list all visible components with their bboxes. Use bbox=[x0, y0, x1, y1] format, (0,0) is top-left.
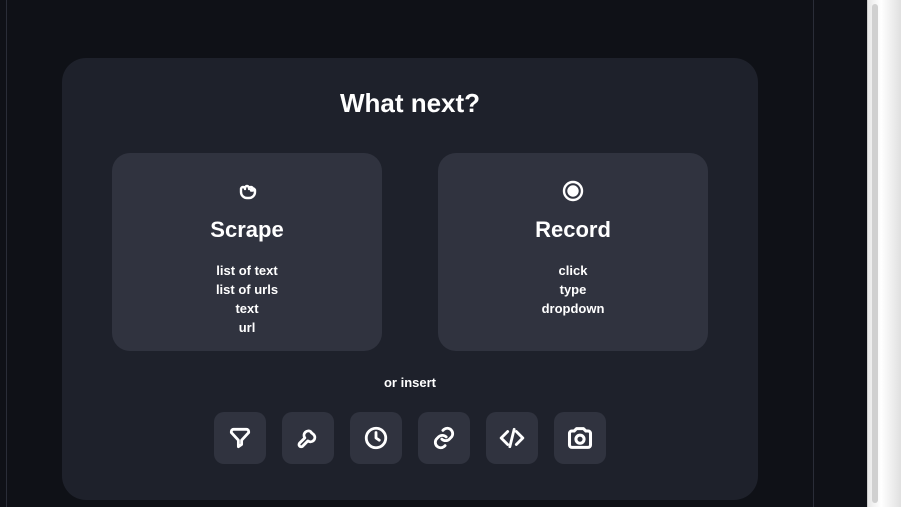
list-item: url bbox=[239, 320, 256, 335]
scrape-title: Scrape bbox=[210, 217, 283, 243]
list-item: dropdown bbox=[542, 301, 605, 316]
camera-icon bbox=[566, 424, 594, 452]
list-item: list of urls bbox=[216, 282, 278, 297]
camera-tool-button[interactable] bbox=[554, 412, 606, 464]
record-item-list: click type dropdown bbox=[542, 263, 605, 316]
app-frame: What next? Scrape list of text list of u… bbox=[0, 0, 867, 507]
wrench-tool-button[interactable] bbox=[282, 412, 334, 464]
record-card[interactable]: Record click type dropdown bbox=[438, 153, 708, 351]
grab-icon bbox=[235, 179, 259, 203]
record-title: Record bbox=[535, 217, 611, 243]
what-next-panel: What next? Scrape list of text list of u… bbox=[62, 58, 758, 500]
clock-icon bbox=[363, 425, 389, 451]
filter-tool-button[interactable] bbox=[214, 412, 266, 464]
list-item: text bbox=[235, 301, 258, 316]
option-row: Scrape list of text list of urls text ur… bbox=[110, 153, 710, 351]
link-tool-button[interactable] bbox=[418, 412, 470, 464]
clock-tool-button[interactable] bbox=[350, 412, 402, 464]
browser-scrollbar[interactable] bbox=[867, 0, 901, 507]
link-icon bbox=[431, 425, 457, 451]
or-insert-label: or insert bbox=[384, 375, 436, 390]
wrench-icon bbox=[295, 425, 321, 451]
filter-icon bbox=[227, 425, 253, 451]
code-tool-button[interactable] bbox=[486, 412, 538, 464]
list-item: list of text bbox=[216, 263, 277, 278]
scrape-item-list: list of text list of urls text url bbox=[216, 263, 278, 335]
list-item: click bbox=[559, 263, 588, 278]
scrape-card[interactable]: Scrape list of text list of urls text ur… bbox=[112, 153, 382, 351]
panel-title: What next? bbox=[340, 88, 480, 119]
code-icon bbox=[499, 425, 525, 451]
record-icon bbox=[561, 179, 585, 203]
tool-row bbox=[214, 412, 606, 464]
list-item: type bbox=[560, 282, 587, 297]
content-area: What next? Scrape list of text list of u… bbox=[6, 0, 814, 507]
